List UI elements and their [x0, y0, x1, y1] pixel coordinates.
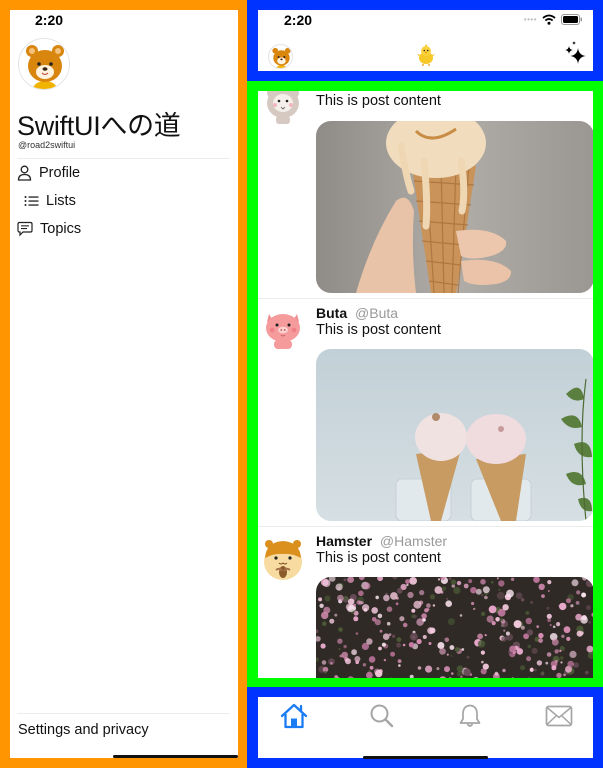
ice-cream-cones-image [316, 349, 593, 521]
home-indicator [113, 755, 238, 758]
search-icon [370, 704, 394, 728]
divider [258, 298, 593, 299]
post-author-handle: @Buta [355, 305, 399, 321]
pink-blossoms-image [316, 577, 593, 678]
sparkles-icon [565, 41, 586, 64]
bear-avatar-icon [19, 39, 69, 89]
person-icon [17, 165, 32, 181]
post-content: This is post content [316, 550, 441, 566]
post-avatar[interactable] [262, 91, 304, 125]
list-icon [24, 196, 39, 206]
post-header: Hamster @Hamster [316, 533, 447, 549]
home-indicator [363, 756, 488, 759]
drawer-handle: @road2swiftui [18, 140, 76, 150]
tab-notifications[interactable] [452, 700, 488, 732]
nav-profile-avatar[interactable] [268, 44, 293, 69]
timeline-feed[interactable]: This is post content Buta @Buta This is … [258, 91, 593, 678]
menu-item-profile[interactable]: Profile [17, 165, 80, 181]
divider [17, 713, 230, 714]
signal-icon: •••• [523, 15, 537, 24]
post-author-handle: @Hamster [379, 533, 448, 549]
tab-bar [258, 697, 593, 759]
top-navigation-bar: 2:20 •••• [258, 10, 593, 71]
post-author-name[interactable]: Buta [316, 305, 347, 321]
chick-logo [414, 43, 438, 67]
post-content: This is post content [316, 322, 441, 338]
status-time: 2:20 [35, 12, 64, 28]
alpaca-avatar-icon [267, 91, 299, 124]
sparkles-button[interactable] [563, 40, 587, 71]
ice-cream-cone-image [316, 121, 593, 293]
settings-and-privacy-link[interactable]: Settings and privacy [18, 722, 149, 738]
menu-item-topics[interactable]: Topics [17, 221, 81, 237]
battery-icon [561, 14, 582, 25]
tab-search[interactable] [364, 700, 400, 732]
menu-item-label: Profile [39, 165, 81, 181]
menu-item-label: Topics [40, 221, 82, 237]
post-avatar[interactable] [262, 308, 304, 350]
status-icons: •••• [524, 14, 583, 25]
divider [17, 158, 230, 159]
drawer-title: SwiftUIへの道 [17, 111, 181, 141]
tab-home[interactable] [276, 700, 312, 732]
post-image[interactable] [316, 577, 593, 678]
status-time: 2:20 [284, 12, 313, 28]
mail-icon [545, 705, 573, 727]
menu-item-label: Lists [46, 193, 76, 209]
post-content: This is post content [316, 93, 441, 109]
post-image[interactable] [316, 121, 593, 293]
tab-messages[interactable] [541, 700, 577, 732]
post-avatar[interactable] [262, 536, 304, 580]
divider [258, 526, 593, 527]
post-header: Buta @Buta [316, 305, 398, 321]
profile-avatar[interactable] [18, 38, 70, 90]
home-icon [280, 703, 308, 729]
chick-icon [417, 44, 435, 66]
pig-avatar-icon [266, 314, 300, 349]
hamster-avatar-icon [264, 540, 302, 580]
wifi-icon [542, 14, 556, 25]
message-icon [17, 221, 33, 237]
side-drawer: 2:20 SwiftUIへの道 @road2swiftui Profile Li… [10, 10, 238, 758]
bear-avatar-icon [272, 47, 291, 68]
post-image[interactable] [316, 349, 593, 521]
bell-icon [459, 704, 481, 727]
menu-item-lists[interactable]: Lists [24, 193, 76, 209]
post-author-name[interactable]: Hamster [316, 533, 372, 549]
